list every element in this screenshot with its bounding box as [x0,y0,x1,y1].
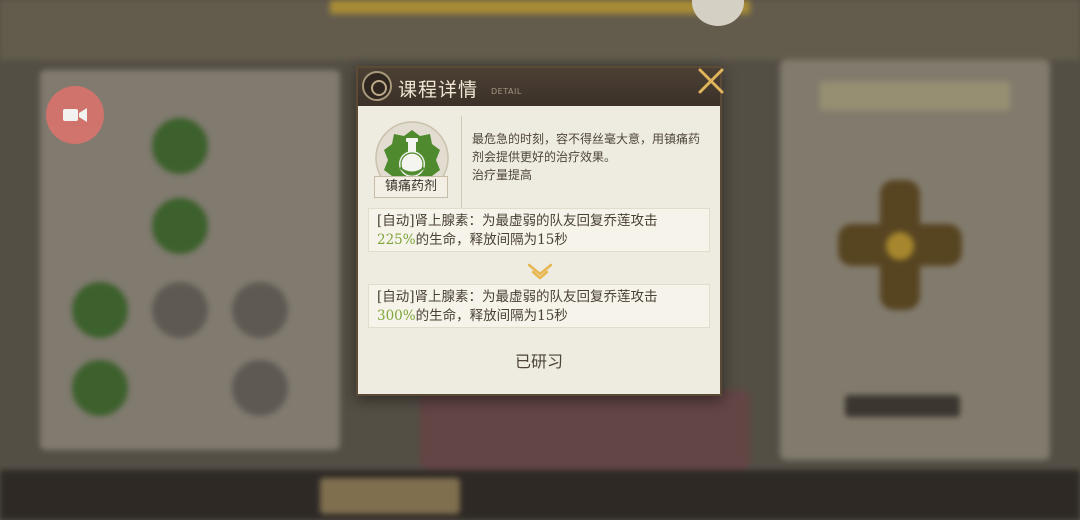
effect-after: [自动]肾上腺素：为最虚弱的队友回复乔莲攻击 300%的生命，释放间隔为15秒 [368,284,710,328]
effect-before: [自动]肾上腺素：为最虚弱的队友回复乔莲攻击 225%的生命，释放间隔为15秒 [368,208,710,252]
effect-after-prefix: [自动]肾上腺素：为最虚弱的队友回复乔莲攻击 [377,289,658,305]
effect-before-prefix: [自动]肾上腺素：为最虚弱的队友回复乔莲攻击 [377,213,658,229]
effect-before-suffix: 的生命，释放间隔为15秒 [415,232,568,248]
video-camera-icon [63,108,87,122]
description-text: 最危急的时刻，容不得丝毫大意，用镇痛药剂会提供更好的治疗效果。 [472,132,701,164]
dialog-title: 课程详情 [398,79,479,101]
dialog-subtitle: DETAIL [491,87,522,96]
dialog-header: 课程详情 DETAIL [358,68,720,106]
upgrade-note: 治疗量提高 [472,168,533,182]
effect-after-suffix: 的生命，释放间隔为15秒 [415,308,568,324]
divider [461,116,462,208]
effect-after-percent: 300% [377,308,416,324]
record-button[interactable] [46,86,104,144]
close-button[interactable] [696,66,726,96]
chevron-down-icon [526,262,554,282]
emblem-icon [362,71,392,101]
course-detail-dialog: 课程详情 DETAIL 镇痛药剂 最危急的时刻，容不得丝毫大意，用镇痛药剂会提供… [356,66,724,396]
item-name-label: 镇痛药剂 [374,176,448,198]
close-icon [698,68,724,94]
status-label: 已研习 [514,352,563,371]
effect-before-percent: 225% [377,232,416,248]
item-description: 最危急的时刻，容不得丝毫大意，用镇痛药剂会提供更好的治疗效果。 治疗量提高 [472,130,708,184]
